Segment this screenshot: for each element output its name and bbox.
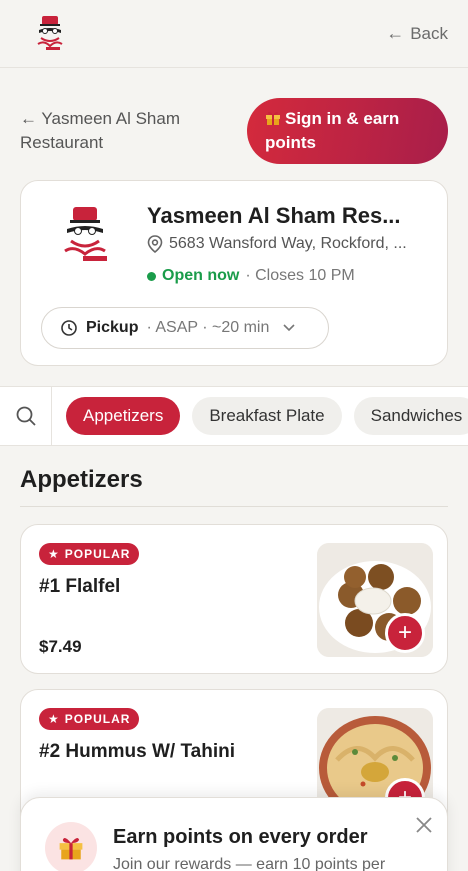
item-name: #1 Flalfel	[39, 576, 121, 597]
chevron-down-icon	[283, 324, 295, 332]
signin-label: Sign in & earn points	[265, 109, 400, 152]
menu-search-button[interactable]	[0, 387, 52, 445]
restaurant-back-link[interactable]: ← Yasmeen Al Sham Restaurant	[20, 107, 210, 155]
open-status-dot-icon	[147, 271, 156, 281]
back-arrow-icon: ←	[386, 23, 405, 43]
section-divider	[20, 506, 448, 507]
item-name: #2 Hummus W/ Tahini	[39, 741, 236, 762]
menu-item-card[interactable]: ★ POPULAR #1 Flalfel $7.49 +	[20, 524, 448, 674]
restaurant-name: Yasmeen Al Sham Res...	[147, 203, 401, 228]
popular-badge: ★ POPULAR	[39, 708, 140, 730]
star-icon: ★	[48, 712, 60, 726]
section-title: Appetizers	[20, 466, 143, 493]
clock-icon	[61, 320, 77, 336]
gift-icon	[266, 111, 280, 125]
order-mode-selector[interactable]: Pickup · ASAP · ~20 min	[41, 307, 329, 349]
tab-sandwiches[interactable]: Sandwiches	[353, 397, 468, 435]
back-label: Back	[410, 23, 448, 43]
promo-title: Earn points on every order	[113, 826, 368, 848]
restaurant-back-line1: ← Yasmeen Al Sham	[20, 109, 181, 128]
item-price: $7.49	[39, 637, 82, 656]
plus-icon: +	[397, 619, 412, 646]
back-link[interactable]: ← Back	[386, 23, 448, 44]
open-now-label: Open now	[162, 267, 240, 284]
closing-time: · Closes 10 PM	[245, 267, 355, 284]
rewards-gift-icon	[45, 822, 97, 871]
category-bar: Appetizers Breakfast Plate Sandwiches	[0, 386, 468, 446]
promo-subtitle: Join our rewards — earn 10 points per	[113, 856, 386, 871]
restaurant-status: Open now · Closes 10 PM	[147, 267, 355, 285]
restaurant-info-card: Yasmeen Al Sham Res... 5683 Wansford Way…	[20, 180, 448, 366]
popular-badge-label: POPULAR	[64, 712, 131, 726]
location-pin-icon	[147, 235, 163, 253]
restaurant-nav-row: ← Yasmeen Al Sham Restaurant Sign in & e…	[20, 96, 448, 166]
order-mode-label: Pickup	[86, 319, 139, 336]
popular-badge: ★ POPULAR	[39, 543, 140, 565]
tab-breakfast-plate[interactable]: Breakfast Plate	[192, 397, 342, 435]
address-text: 5683 Wansford Way, Rockford, ...	[169, 235, 407, 252]
close-icon[interactable]	[415, 814, 433, 840]
signin-earn-points-button[interactable]: Sign in & earn points	[247, 98, 448, 164]
rewards-promo-sheet: Earn points on every order Join our rewa…	[20, 797, 448, 871]
restaurant-logo[interactable]	[30, 14, 70, 54]
tab-appetizers[interactable]: Appetizers	[66, 397, 181, 435]
top-bar: ← Back	[0, 0, 468, 68]
star-icon: ★	[48, 547, 60, 561]
search-icon	[16, 406, 36, 426]
order-time-label: · ASAP · ~20 min	[146, 319, 270, 336]
add-to-cart-button[interactable]: +	[385, 613, 425, 653]
restaurant-back-line2: Restaurant	[20, 133, 104, 152]
category-tabs: Appetizers Breakfast Plate Sandwiches	[52, 397, 468, 435]
popular-badge-label: POPULAR	[64, 547, 131, 561]
restaurant-logo-large	[64, 207, 107, 261]
restaurant-address: 5683 Wansford Way, Rockford, ...	[147, 235, 437, 253]
